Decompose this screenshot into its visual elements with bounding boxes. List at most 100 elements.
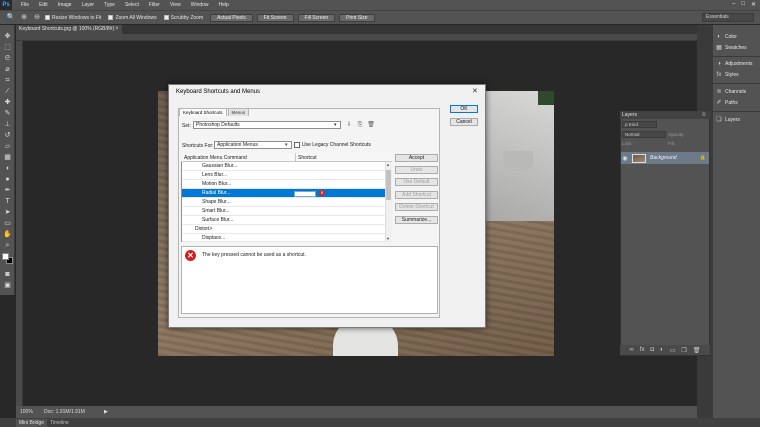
blend-mode-select[interactable]: Normal [622, 131, 666, 138]
quick-mask-icon[interactable]: ◙ [3, 271, 12, 279]
menu-layer[interactable]: Layer [82, 2, 95, 8]
close-window-icon[interactable]: ✕ [751, 1, 756, 8]
shortcuts-for-chevron-icon[interactable]: ▾ [285, 141, 288, 149]
fill-screen-button[interactable]: Fill Screen [297, 13, 336, 22]
workspace-select[interactable]: Essentials [702, 13, 754, 22]
list-item[interactable]: Displace... [182, 234, 385, 242]
list-item[interactable]: Surface Blur... [182, 216, 385, 225]
zoom-all-checkbox[interactable]: Zoom All Windows [108, 15, 157, 21]
scroll-thumb[interactable] [386, 170, 391, 200]
healing-brush-tool-icon[interactable]: ✚ [3, 99, 12, 107]
print-size-button[interactable]: Print Size [339, 13, 375, 22]
scroll-up-icon[interactable]: ▲ [386, 162, 390, 167]
close-tab-icon[interactable]: × [115, 25, 119, 34]
zoom-tool-side-icon[interactable]: ⌕ [3, 242, 12, 250]
panel-channels[interactable]: ≋ Channels [716, 89, 746, 95]
menu-filter[interactable]: Filter [149, 2, 160, 8]
eyedropper-tool-icon[interactable]: ⁄ [3, 88, 12, 96]
scrubby-zoom-checkbox[interactable]: Scrubby Zoom [163, 15, 203, 21]
list-item[interactable]: Lens Blur... [182, 171, 385, 180]
zoom-level[interactable]: 100% [20, 409, 44, 415]
quick-select-tool-icon[interactable]: ⌀ [3, 66, 12, 74]
menu-edit[interactable]: Edit [39, 2, 48, 8]
lasso-tool-icon[interactable]: ᘓ [3, 55, 12, 63]
menu-select[interactable]: Select [125, 2, 139, 8]
visibility-eye-icon[interactable]: ◉ [621, 155, 629, 162]
clone-stamp-tool-icon[interactable]: ⊥ [3, 121, 12, 129]
tab-mini-bridge[interactable]: Mini Bridge [16, 419, 48, 427]
column-header-shortcut[interactable]: Shortcut [298, 155, 317, 161]
dodge-tool-icon[interactable]: ● [3, 176, 12, 184]
move-tool-icon[interactable]: ✥ [3, 33, 12, 41]
panel-styles[interactable]: fx Styles [716, 72, 739, 78]
panel-paths[interactable]: ✐ Paths [716, 100, 737, 106]
panel-layers[interactable]: ❏ Layers [716, 117, 740, 123]
panel-adjustments[interactable]: ◑ Adjustments [716, 61, 752, 67]
status-menu-arrow-icon[interactable]: ▶ [104, 409, 108, 415]
layer-style-icon[interactable]: fx [640, 347, 645, 353]
minimize-icon[interactable]: – [732, 1, 735, 8]
layers-tab[interactable]: Layers [622, 111, 637, 119]
fit-screen-button[interactable]: Fit Screen [256, 13, 294, 22]
new-layer-icon[interactable]: ❐ [681, 347, 686, 354]
panel-swatches[interactable]: ▦ Swatches [716, 45, 747, 51]
accept-button[interactable]: Accept [395, 154, 438, 162]
panel-color[interactable]: ◐ Color [716, 34, 737, 40]
type-tool-icon[interactable]: T [3, 198, 12, 206]
delete-layer-icon[interactable]: 🗑 [693, 347, 701, 354]
brush-tool-icon[interactable]: ✎ [3, 110, 12, 118]
shortcuts-for-select[interactable]: Application Menus [214, 141, 292, 149]
ok-button[interactable]: OK [450, 105, 478, 113]
set-dropdown-chevron-icon[interactable]: ▾ [334, 121, 337, 129]
summarize-button[interactable]: Summarize... [395, 216, 438, 224]
eraser-tool-icon[interactable]: ▱ [3, 143, 12, 151]
zoom-tool-icon[interactable]: 🔍 [6, 14, 16, 22]
screen-mode-icon[interactable]: ▣ [3, 282, 12, 290]
gradient-tool-icon[interactable]: ▦ [3, 154, 12, 162]
menu-help[interactable]: Help [219, 2, 229, 8]
zoom-out-icon[interactable]: ⊖ [32, 14, 42, 22]
new-set-icon[interactable]: ⎘ [356, 121, 364, 129]
foreground-color-swatch[interactable] [2, 253, 9, 260]
link-layers-icon[interactable]: ∞ [630, 347, 634, 353]
menu-window[interactable]: Window [191, 2, 209, 8]
tab-menus[interactable]: Menus [227, 108, 250, 116]
layer-mask-icon[interactable]: ◘ [651, 347, 655, 353]
undo-button[interactable]: Undo [395, 166, 438, 174]
delete-shortcut-button[interactable]: Delete Shortcut [395, 203, 438, 211]
tab-keyboard-shortcuts[interactable]: Keyboard Shortcuts [179, 108, 227, 116]
legacy-channel-checkbox[interactable] [294, 142, 300, 148]
column-header-command[interactable]: Application Menu Command [184, 155, 247, 161]
hand-tool-icon[interactable]: ✋ [3, 231, 12, 239]
maximize-icon[interactable]: □ [741, 1, 745, 8]
cancel-button[interactable]: Cancel [450, 118, 478, 126]
list-item[interactable]: Smart Blur... [182, 207, 385, 216]
list-item-selected[interactable]: Radial Blur... [182, 189, 385, 198]
shape-tool-icon[interactable]: ▭ [3, 220, 12, 228]
layer-filter-select[interactable]: ρ Kind [622, 121, 657, 128]
blur-tool-icon[interactable]: ◗ [3, 165, 12, 173]
crop-tool-icon[interactable]: ⌗ [3, 77, 12, 85]
zoom-in-icon[interactable]: ⊕ [19, 14, 29, 22]
save-set-icon[interactable]: ⇩ [345, 121, 353, 129]
pen-tool-icon[interactable]: ✒ [3, 187, 12, 195]
menu-image[interactable]: Image [58, 2, 72, 8]
set-select[interactable]: Photoshop Defaults [193, 121, 341, 129]
layers-menu-icon[interactable]: ≡ [702, 111, 706, 119]
new-group-icon[interactable]: ▭ [670, 347, 676, 354]
resize-windows-checkbox[interactable]: Resize Windows to Fit [45, 15, 101, 21]
menu-type[interactable]: Type [104, 2, 115, 8]
list-item[interactable]: Gaussian Blur... [182, 162, 385, 171]
use-default-button[interactable]: Use Default [395, 178, 438, 186]
history-brush-tool-icon[interactable]: ↺ [3, 132, 12, 140]
list-item[interactable]: Motion Blur... [182, 180, 385, 189]
menu-view[interactable]: View [170, 2, 181, 8]
actual-pixels-button[interactable]: Actual Pixels [210, 13, 253, 22]
layer-row-background[interactable]: ◉ Background 🔒 [621, 152, 709, 164]
list-item[interactable]: Shape Blur... [182, 198, 385, 207]
document-tab[interactable]: Keyboard Shortcuts.jpg @ 100% (RGB/8#) [16, 25, 122, 34]
tab-timeline[interactable]: Timeline [47, 419, 72, 427]
marquee-tool-icon[interactable]: ⬚ [3, 44, 12, 52]
path-select-tool-icon[interactable]: ➤ [3, 209, 12, 217]
shortcut-input[interactable] [294, 191, 316, 197]
